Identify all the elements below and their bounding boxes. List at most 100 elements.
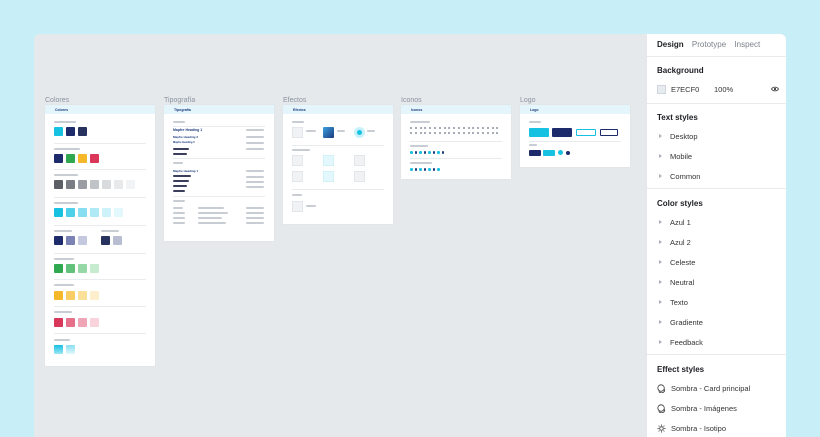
color-style-azul-1[interactable]: Azul 1: [659, 218, 691, 227]
swatch[interactable]: [54, 291, 63, 300]
swatch[interactable]: [113, 236, 122, 245]
swatch[interactable]: [78, 127, 87, 136]
swatch[interactable]: [54, 154, 63, 163]
swatch[interactable]: [90, 154, 99, 163]
icon-thumb: [477, 132, 480, 134]
icon-grid: [410, 127, 502, 139]
icon-thumb: [443, 132, 446, 134]
icon-thumb: [428, 151, 431, 154]
frame-label-colores[interactable]: Colores: [45, 97, 69, 104]
icon-thumb: [410, 127, 412, 129]
image-shadow-sample: [323, 127, 334, 138]
text-style-common[interactable]: Common: [659, 172, 700, 181]
caret-right-icon: [659, 260, 662, 264]
icon-thumb: [429, 132, 432, 134]
frame-logo[interactable]: Logo: [520, 105, 630, 167]
swatch[interactable]: [54, 127, 63, 136]
swatch[interactable]: [54, 208, 63, 217]
frame-efectos[interactable]: Efectos: [283, 105, 393, 224]
swatch[interactable]: [66, 208, 75, 217]
icon-thumb: [414, 151, 417, 154]
frame-label-iconos[interactable]: Iconos: [401, 97, 422, 104]
swatch[interactable]: [90, 180, 99, 189]
icon-thumb: [434, 132, 436, 134]
color-style-azul-2[interactable]: Azul 2: [659, 238, 691, 247]
background-hex[interactable]: E7ECF0: [671, 85, 699, 94]
swatch[interactable]: [54, 345, 63, 354]
color-style-gradiente[interactable]: Gradiente: [659, 318, 703, 327]
swatch[interactable]: [66, 318, 75, 327]
swatch[interactable]: [78, 180, 87, 189]
caret-right-icon: [659, 220, 662, 224]
text-style-desktop[interactable]: Desktop: [659, 132, 698, 141]
swatch[interactable]: [90, 291, 99, 300]
tab-design[interactable]: Design: [657, 40, 684, 49]
effect-style-imagenes[interactable]: Sombra - Imágenes: [657, 404, 737, 413]
swatch[interactable]: [90, 264, 99, 273]
swatch[interactable]: [54, 236, 63, 245]
swatch[interactable]: [78, 318, 87, 327]
background-opacity[interactable]: 100%: [714, 85, 733, 94]
logo-variant: [552, 128, 572, 137]
swatch[interactable]: [114, 180, 123, 189]
tab-prototype[interactable]: Prototype: [692, 40, 726, 49]
swatch[interactable]: [54, 318, 63, 327]
swatch[interactable]: [66, 180, 75, 189]
swatch[interactable]: [78, 264, 87, 273]
color-style-celeste[interactable]: Celeste: [659, 258, 695, 267]
icon-thumb: [419, 168, 422, 171]
icon-thumb: [458, 127, 460, 129]
swatch[interactable]: [54, 264, 63, 273]
icon-thumb: [472, 132, 475, 134]
caret-right-icon: [659, 340, 662, 344]
swatch[interactable]: [66, 264, 75, 273]
tab-inspect[interactable]: Inspect: [734, 40, 760, 49]
swatch[interactable]: [90, 208, 99, 217]
effect-style-card[interactable]: Sombra - Card principal: [657, 384, 750, 393]
swatch[interactable]: [66, 291, 75, 300]
logo-variant: [576, 129, 596, 136]
frame-header: Tipografía: [164, 105, 274, 114]
icon-thumb: [467, 127, 470, 129]
eye-icon[interactable]: [771, 86, 779, 92]
frame-label-tipografia[interactable]: Tipografía: [164, 97, 195, 104]
swatch[interactable]: [66, 236, 75, 245]
swatch[interactable]: [66, 154, 75, 163]
swatch[interactable]: [126, 180, 135, 189]
background-swatch[interactable]: [657, 85, 666, 94]
swatch[interactable]: [78, 236, 87, 245]
color-style-texto[interactable]: Texto: [659, 298, 688, 307]
icon-thumb: [428, 168, 431, 171]
swatch[interactable]: [90, 318, 99, 327]
swatch[interactable]: [78, 208, 87, 217]
swatch[interactable]: [102, 208, 111, 217]
icon-thumb: [467, 132, 470, 134]
frame-label-logo[interactable]: Logo: [520, 97, 536, 104]
swatch[interactable]: [78, 291, 87, 300]
text-style-mobile[interactable]: Mobile: [659, 152, 692, 161]
type-sample-mobile: Mapfre Heading 1: [173, 169, 199, 173]
icon-grid-content: [410, 168, 450, 172]
frame-label-efectos[interactable]: Efectos: [283, 97, 306, 104]
frame-tipografia[interactable]: Tipografía Mapfre Heading 1 Mapfre Headi…: [164, 105, 274, 241]
icon-thumb: [437, 151, 440, 154]
effect-style-isotipo[interactable]: Sombra - Isotipo: [657, 424, 726, 433]
icon-thumb: [491, 132, 494, 134]
swatch[interactable]: [78, 154, 87, 163]
background-row[interactable]: E7ECF0 100%: [657, 84, 779, 95]
frame-iconos[interactable]: Iconos: [401, 105, 511, 179]
swatch[interactable]: [66, 127, 75, 136]
color-style-neutral[interactable]: Neutral: [659, 278, 694, 287]
type-sample-h1: Mapfre Heading 1: [173, 128, 203, 132]
swatch[interactable]: [102, 180, 111, 189]
design-canvas[interactable]: Colores Colores Tipografía Tipografía Ma…: [34, 34, 646, 437]
swatch[interactable]: [114, 208, 123, 217]
swatch[interactable]: [101, 236, 110, 245]
swatch[interactable]: [66, 345, 75, 354]
swatch[interactable]: [54, 180, 63, 189]
icon-thumb: [496, 132, 499, 134]
color-style-feedback[interactable]: Feedback: [659, 338, 703, 347]
frame-colores[interactable]: Colores: [45, 105, 155, 366]
caret-right-icon: [659, 280, 662, 284]
icon-grid-mapfre: [410, 151, 450, 155]
